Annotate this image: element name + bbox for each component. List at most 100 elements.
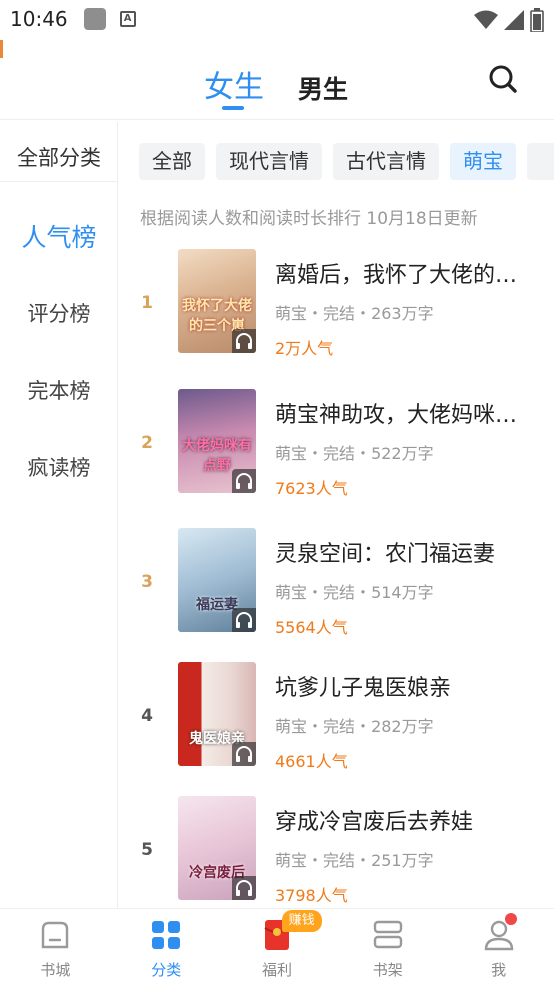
book-item[interactable]: 1 我怀了大佬的三个崽 离婚后，我怀了大佬的三个崽 萌宝・完结・263万字 2万… xyxy=(120,249,554,358)
nav-bookstore[interactable]: 书城 xyxy=(0,909,111,986)
book-status: 完结 xyxy=(323,304,356,323)
book-category: 萌宝 xyxy=(275,851,308,870)
book-cover: 大佬妈咪有点野 xyxy=(178,389,256,493)
book-category: 萌宝 xyxy=(275,717,308,736)
bookshelf-icon xyxy=(373,920,402,949)
book-title: 灵泉空间：农门福运妻 xyxy=(275,542,496,567)
nav-profile[interactable]: 我 xyxy=(443,909,554,986)
headphones-icon xyxy=(232,608,256,632)
meta-separator: ・ xyxy=(307,444,324,463)
rank-note: 根据阅读人数和阅读时长排行 10月18日更新 xyxy=(140,209,478,229)
sidebar-all-categories[interactable]: 全部分类 xyxy=(0,122,118,182)
bottom-nav: 书城 分类 赚钱 福利 书架 我 xyxy=(0,908,554,986)
book-title: 坑爹儿子鬼医娘亲 xyxy=(275,676,452,701)
status-icons xyxy=(474,8,544,32)
nav-label: 我 xyxy=(491,961,507,979)
tab-underline xyxy=(222,106,244,110)
headphones-icon xyxy=(232,329,256,353)
status-time: 10:46 xyxy=(10,7,68,31)
book-meta: 萌宝・完结・282万字 xyxy=(275,713,434,737)
headphones-icon xyxy=(232,469,256,493)
signal-icon xyxy=(504,10,524,30)
book-rank: 5 xyxy=(141,840,153,860)
subcategory-chips: 全部 现代言情 古代言情 萌宝 xyxy=(139,143,554,181)
book-title: 穿成冷宫废后去养娃 xyxy=(275,810,474,835)
headphones-icon xyxy=(232,876,256,900)
nav-label: 书城 xyxy=(40,961,71,979)
battery-icon xyxy=(530,8,544,32)
meta-separator: ・ xyxy=(307,851,324,870)
book-words: 522万字 xyxy=(371,444,434,463)
meta-separator: ・ xyxy=(307,717,324,736)
book-status: 完结 xyxy=(323,444,356,463)
earn-badge: 赚钱 xyxy=(281,910,322,932)
book-popularity: 5564人气 xyxy=(275,618,348,637)
book-category: 萌宝 xyxy=(275,583,308,602)
tab-female[interactable]: 女生 xyxy=(204,62,264,106)
book-rank: 1 xyxy=(141,293,153,313)
wifi-icon xyxy=(474,10,498,29)
book-item[interactable]: 5 冷宫废后 穿成冷宫废后去养娃 萌宝・完结・251万字 3798人气 xyxy=(120,796,554,905)
grid-icon xyxy=(152,921,181,949)
book-title: 离婚后，我怀了大佬的三个崽 xyxy=(275,263,533,288)
sidebar-item-popularity[interactable]: 人气榜 xyxy=(0,218,118,254)
book-category: 萌宝 xyxy=(275,444,308,463)
chip-more[interactable] xyxy=(527,143,554,180)
book-status: 完结 xyxy=(323,583,356,602)
book-item[interactable]: 4 鬼医娘亲 坑爹儿子鬼医娘亲 萌宝・完结・282万字 4661人气 xyxy=(120,662,554,771)
status-bar: 10:46 A xyxy=(0,0,554,38)
meta-separator: ・ xyxy=(355,717,372,736)
home-icon xyxy=(42,921,69,949)
headphones-icon xyxy=(232,742,256,766)
book-status: 完结 xyxy=(323,717,356,736)
book-rank: 2 xyxy=(141,433,153,453)
book-popularity: 4661人气 xyxy=(275,752,348,771)
search-icon[interactable] xyxy=(486,62,520,96)
header: 女生 男生 xyxy=(0,40,554,120)
sidebar-item-completed[interactable]: 完本榜 xyxy=(0,375,118,405)
chip-all[interactable]: 全部 xyxy=(139,143,205,180)
book-rank: 4 xyxy=(141,706,153,726)
book-words: 263万字 xyxy=(371,304,434,323)
a-icon: A xyxy=(119,11,136,27)
book-cover: 冷宫废后 xyxy=(178,796,256,900)
book-words: 251万字 xyxy=(371,851,434,870)
book-status: 完结 xyxy=(323,851,356,870)
book-words: 282万字 xyxy=(371,717,434,736)
gallery-icon xyxy=(83,8,106,30)
meta-separator: ・ xyxy=(355,583,372,602)
book-cover: 福运妻 xyxy=(178,528,256,632)
book-words: 514万字 xyxy=(371,583,434,602)
sidebar-item-rating[interactable]: 评分榜 xyxy=(0,298,118,328)
book-cover: 我怀了大佬的三个崽 xyxy=(178,249,256,353)
meta-separator: ・ xyxy=(355,444,372,463)
book-category: 萌宝 xyxy=(275,304,308,323)
book-popularity: 3798人气 xyxy=(275,886,348,905)
tab-male[interactable]: 男生 xyxy=(298,70,348,106)
nav-label: 分类 xyxy=(151,961,182,979)
meta-separator: ・ xyxy=(307,583,324,602)
nav-welfare[interactable]: 赚钱 福利 xyxy=(222,909,333,986)
sidebar-item-hot-reading[interactable]: 疯读榜 xyxy=(0,452,118,482)
chip-cute-baby[interactable]: 萌宝 xyxy=(450,143,516,180)
nav-label: 福利 xyxy=(261,961,292,979)
book-meta: 萌宝・完结・514万字 xyxy=(275,579,434,603)
meta-separator: ・ xyxy=(355,304,372,323)
meta-separator: ・ xyxy=(355,851,372,870)
nav-bookshelf[interactable]: 书架 xyxy=(332,909,443,986)
chip-ancient-romance[interactable]: 古代言情 xyxy=(333,143,439,180)
chip-modern-romance[interactable]: 现代言情 xyxy=(216,143,322,180)
nav-category[interactable]: 分类 xyxy=(111,909,222,986)
book-item[interactable]: 3 福运妻 灵泉空间：农门福运妻 萌宝・完结・514万字 5564人气 xyxy=(120,528,554,637)
book-item[interactable]: 2 大佬妈咪有点野 萌宝神助攻，大佬妈咪有点野 萌宝・完结・522万字 7623… xyxy=(120,389,554,498)
book-meta: 萌宝・完结・522万字 xyxy=(275,440,434,464)
book-cover: 鬼医娘亲 xyxy=(178,662,256,766)
book-meta: 萌宝・完结・251万字 xyxy=(275,847,434,871)
book-popularity: 2万人气 xyxy=(275,339,334,358)
book-title: 萌宝神助攻，大佬妈咪有点野 xyxy=(275,403,533,428)
book-rank: 3 xyxy=(141,572,153,592)
book-meta: 萌宝・完结・263万字 xyxy=(275,300,434,324)
nav-label: 书架 xyxy=(372,961,403,979)
book-popularity: 7623人气 xyxy=(275,479,348,498)
category-sidebar: 全部分类 人气榜 评分榜 完本榜 疯读榜 xyxy=(0,122,118,908)
